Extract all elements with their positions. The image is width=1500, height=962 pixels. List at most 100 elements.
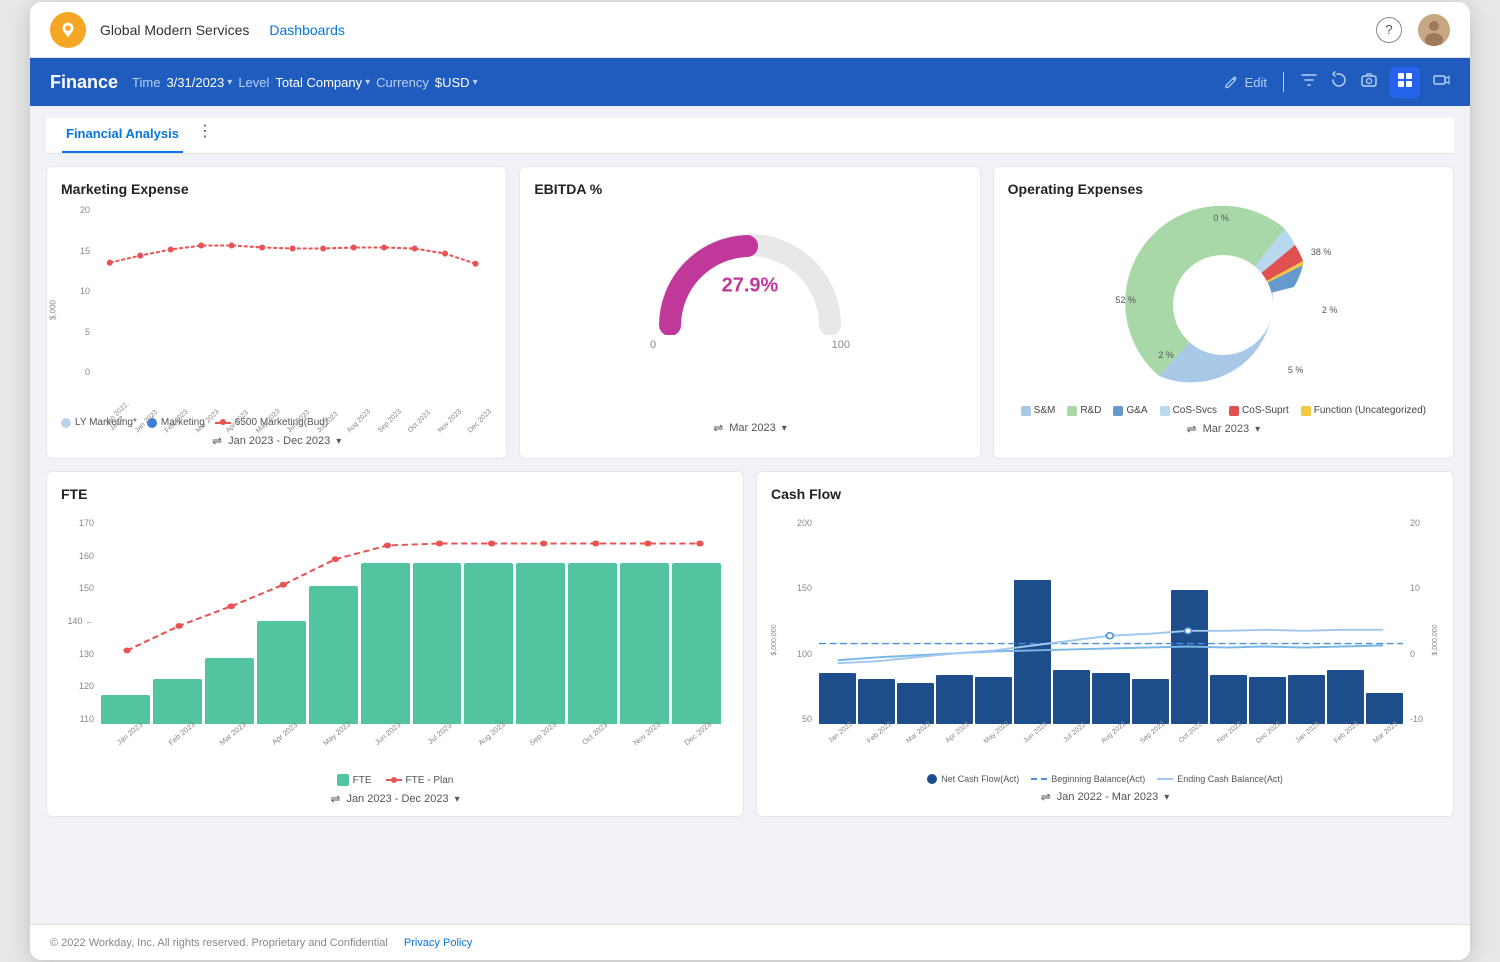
opex-pct-0: 0 %: [1213, 213, 1229, 223]
opex-footer-arrow-icon: ⇌: [1187, 422, 1197, 436]
workday-logo: [50, 12, 86, 48]
mkt-y-0: 0: [85, 367, 90, 377]
mkt-y-unit: $,000: [49, 300, 58, 320]
opex-legend-cossuprt: CoS-Suprt: [1229, 405, 1289, 416]
fte-footer[interactable]: ⇌ Jan 2023 - Dec 2023 ▾: [61, 792, 729, 806]
cf-legend-ending: Ending Cash Balance(Act): [1157, 774, 1283, 784]
cf-title: Cash Flow: [771, 486, 1439, 502]
ebitda-gauge: 27.9%: [650, 225, 850, 335]
opex-footer[interactable]: ⇌ Mar 2023 ▾: [1008, 422, 1439, 436]
dashboards-link[interactable]: Dashboards: [269, 22, 345, 38]
cf-footer[interactable]: ⇌ Jan 2022 - Mar 2023 ▾: [771, 790, 1439, 804]
opex-pct-38: 38 %: [1311, 247, 1332, 257]
mkt-footer[interactable]: ⇌ Jan 2023 - Dec 2023 ▾: [61, 434, 492, 448]
video-icon[interactable]: [1432, 71, 1450, 94]
top-nav: Global Modern Services Dashboards ?: [30, 2, 1470, 58]
fte-footer-chevron-icon: ▾: [455, 794, 460, 805]
ebitda-footer-arrow-icon: ⇌: [713, 421, 723, 435]
camera-icon[interactable]: [1360, 71, 1378, 94]
cf-y-left-unit: $,000,000: [771, 624, 778, 655]
cf-y-right: 20 10 0 -10: [1407, 518, 1439, 724]
currency-label: Currency: [376, 75, 429, 90]
separator-1: [1283, 72, 1284, 92]
app-footer: © 2022 Workday, Inc. All rights reserved…: [30, 924, 1470, 960]
ebitda-value: 27.9%: [722, 274, 779, 297]
mkt-x-labels: Jan 2022,Jan 2 Jan 2023 Feb 2023 Mar 202…: [95, 379, 488, 415]
opex-legend-ga: G&A: [1113, 405, 1147, 416]
fte-plan-line: [101, 518, 721, 724]
level-filter[interactable]: Total Company ▾: [275, 75, 370, 90]
ebitda-max: 100: [832, 339, 850, 351]
opex-card: Operating Expenses: [993, 166, 1454, 459]
opex-donut: 0 % 38 % 2 % 5 % 52 % 2 %: [1113, 205, 1333, 405]
opex-ga-color: [1113, 406, 1123, 416]
fte-legend: FTE FTE - Plan: [61, 774, 729, 786]
ebitda-title: EBITDA %: [534, 181, 965, 197]
bottom-charts-row: FTE 170 160 150 140 ← 130 120 110: [46, 471, 1454, 817]
currency-chevron-icon: ▾: [473, 77, 478, 88]
mkt-trend-line: [95, 205, 488, 377]
opex-legend-cossvcs: CoS-Svcs: [1160, 405, 1217, 416]
cf-y-left: 200 150 100 50: [771, 518, 815, 724]
currency-filter[interactable]: $USD ▾: [435, 75, 478, 90]
fte-footer-arrow-icon: ⇌: [330, 792, 340, 806]
opex-cossuprt-color: [1229, 406, 1239, 416]
grid-icon[interactable]: [1390, 67, 1420, 98]
company-name: Global Modern Services: [100, 22, 249, 38]
mkt-footer-chevron-icon: ▾: [336, 436, 341, 447]
mkt-y-15: 15: [80, 246, 90, 256]
opex-legend-rd: R&D: [1067, 405, 1101, 416]
opex-pct-2-bottom: 2 %: [1158, 350, 1174, 360]
opex-cossvcs-color: [1160, 406, 1170, 416]
finance-bar: Finance Time 3/31/2023 ▾ Level Total Com…: [30, 58, 1470, 106]
fte-card: FTE 170 160 150 140 ← 130 120 110: [46, 471, 744, 817]
cf-legend-beginning: Beginning Balance(Act): [1031, 774, 1145, 784]
opex-legend-sm: S&M: [1021, 405, 1056, 416]
filter-icon[interactable]: [1300, 71, 1318, 94]
ebitda-footer[interactable]: ⇌ Mar 2023 ▾: [534, 421, 965, 435]
fte-plan-line-legend: [386, 779, 402, 781]
opex-rd-color: [1067, 406, 1077, 416]
opex-title: Operating Expenses: [1008, 181, 1439, 197]
edit-icon[interactable]: Edit: [1224, 75, 1267, 90]
app-container: Global Modern Services Dashboards ? Fina…: [30, 2, 1470, 960]
tab-financial-analysis[interactable]: Financial Analysis: [62, 118, 183, 153]
privacy-policy-link[interactable]: Privacy Policy: [404, 937, 472, 949]
opex-legend: S&M R&D G&A CoS-Svcs: [1021, 405, 1426, 416]
fte-legend-fte: FTE: [337, 774, 372, 786]
opex-sm-color: [1021, 406, 1031, 416]
refresh-icon[interactable]: [1330, 71, 1348, 94]
mkt-footer-arrow-icon: ⇌: [212, 434, 222, 448]
cf-lines: [819, 518, 1403, 724]
cf-legend-net: Net Cash Flow(Act): [927, 774, 1019, 784]
ebitda-scale: 0 100: [650, 339, 850, 351]
opex-function-color: [1301, 406, 1311, 416]
marketing-expense-card: Marketing Expense 20 15 10 5 0 $,000: [46, 166, 507, 459]
tabs-row: Financial Analysis ⋮: [46, 118, 1454, 154]
cf-x-labels: Jan 2022 Feb 2022 Mar 2022 Apr 2022 May …: [819, 726, 1403, 770]
cf-net-dot: [927, 774, 937, 784]
help-icon[interactable]: ?: [1376, 17, 1402, 43]
time-chevron-icon: ▾: [227, 77, 232, 88]
cf-legend: Net Cash Flow(Act) Beginning Balance(Act…: [771, 774, 1439, 784]
top-charts-row: Marketing Expense 20 15 10 5 0 $,000: [46, 166, 1454, 459]
time-label: Time: [132, 75, 160, 90]
mkt-y-20: 20: [80, 205, 90, 215]
user-avatar[interactable]: [1418, 14, 1450, 46]
cf-y-right-unit: $,000,000: [1432, 624, 1439, 655]
footer-copyright: © 2022 Workday, Inc. All rights reserved…: [50, 937, 388, 949]
tab-more-icon[interactable]: ⋮: [197, 121, 213, 151]
mkt-y-5: 5: [85, 327, 90, 337]
top-nav-right: ?: [1376, 14, 1450, 46]
fte-x-labels: Jan 2023 Feb 2023 Mar 2023 Apr 2023 May …: [101, 726, 721, 770]
cf-footer-chevron-icon: ▾: [1164, 792, 1169, 803]
ebitda-footer-chevron-icon: ▾: [782, 423, 787, 434]
main-content: Financial Analysis ⋮ Marketing Expense 2…: [30, 106, 1470, 924]
opex-pct-52: 52 %: [1115, 295, 1136, 305]
legend-ly-dot: [61, 418, 71, 428]
time-filter[interactable]: 3/31/2023 ▾: [166, 75, 232, 90]
cf-footer-arrow-icon: ⇌: [1041, 790, 1051, 804]
cashflow-card: Cash Flow 200 150 100 50 $,000,000 20 10: [756, 471, 1454, 817]
level-chevron-icon: ▾: [365, 77, 370, 88]
level-label: Level: [238, 75, 269, 90]
